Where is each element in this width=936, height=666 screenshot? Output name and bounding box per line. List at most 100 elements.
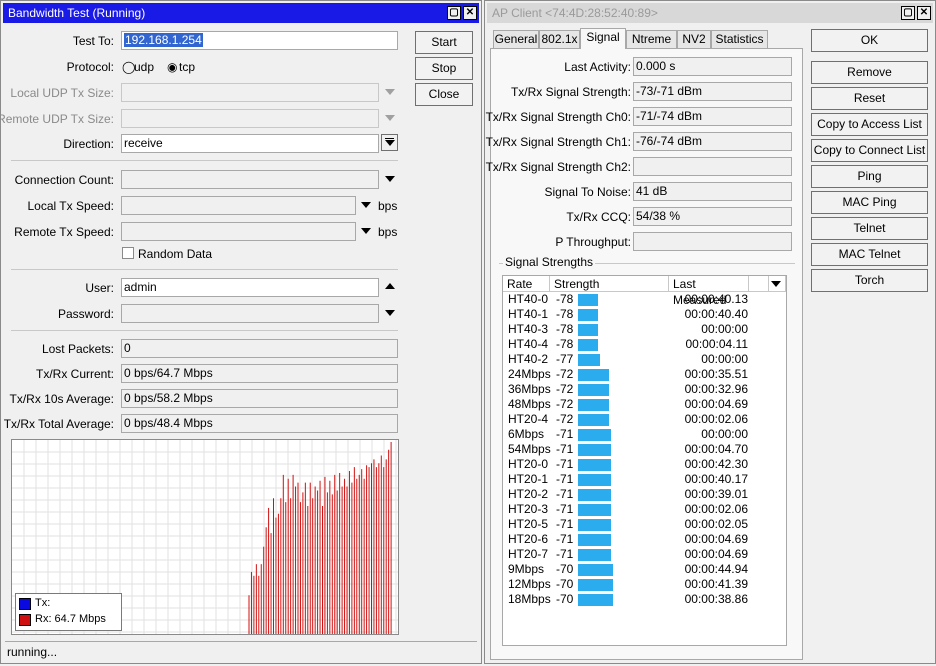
strength-cell: -71 [556,532,574,546]
mac-telnet-button[interactable]: MAC Telnet [811,243,928,266]
table-row[interactable]: HT20-0 -71 00:00:42.30 [503,457,786,472]
password-input[interactable] [121,304,379,323]
snr-value: 41 dB [633,182,792,201]
direction-select[interactable]: receive [121,134,379,153]
strength-bar [578,399,609,411]
strength-cell: -71 [556,547,574,561]
last-measured-cell: 00:00:04.69 [684,532,748,546]
rate-cell: HT40-4 [508,337,549,351]
table-row[interactable]: 12Mbps -70 00:00:41.39 [503,577,786,592]
last-activity-label: Last Activity: [564,60,631,74]
table-row[interactable]: 6Mbps -71 00:00:00 [503,427,786,442]
table-row[interactable]: HT20-1 -71 00:00:40.17 [503,472,786,487]
table-row[interactable]: 24Mbps -72 00:00:35.51 [503,367,786,382]
tab-statistics[interactable]: Statistics [711,30,768,48]
tab-8021x[interactable]: 802.1x [539,30,580,48]
rate-cell: HT40-0 [508,292,549,306]
strength-cell: -72 [556,367,574,381]
table-row[interactable]: 48Mbps -72 00:00:04.69 [503,397,786,412]
mac-ping-button[interactable]: MAC Ping [811,191,928,214]
password-dropdown-icon[interactable] [385,310,395,316]
random-data-checkbox[interactable] [122,247,134,259]
table-row[interactable]: HT20-2 -71 00:00:39.01 [503,487,786,502]
table-row[interactable]: HT20-6 -71 00:00:04.69 [503,532,786,547]
test-to-input[interactable]: 192.168.1.254 [121,31,398,50]
bandwidth-test-window: Bandwidth Test (Running) ▢ ✕ Test To: 19… [0,0,482,664]
last-measured-cell: 00:00:35.51 [684,367,748,381]
remote-udp-dropdown-icon[interactable] [385,115,395,121]
stop-button[interactable]: Stop [415,57,473,80]
tab-nv2[interactable]: NV2 [677,30,711,48]
telnet-button[interactable]: Telnet [811,217,928,240]
divider [11,330,398,331]
total-rate-label: Tx/Rx Total Average: [3,417,114,431]
protocol-udp-radio[interactable]: ◯udp [122,60,154,74]
table-row[interactable]: HT40-1 -78 00:00:40.40 [503,307,786,322]
close-icon[interactable]: ✕ [463,6,477,20]
remote-udp-tx-size-input[interactable] [121,109,379,128]
connection-count-label: Connection Count: [14,173,114,187]
local-udp-tx-size-input[interactable] [121,83,379,102]
remote-tx-speed-dropdown-icon[interactable] [361,228,371,234]
random-data-label: Random Data [138,247,213,261]
table-row[interactable]: 18Mbps -70 00:00:38.86 [503,592,786,607]
maximize-icon[interactable]: ▢ [901,6,915,20]
strength-bar [578,369,609,381]
remove-button[interactable]: Remove [811,61,928,84]
reset-button[interactable]: Reset [811,87,928,110]
connection-count-dropdown-icon[interactable] [385,176,395,182]
table-row[interactable]: HT40-0 -78 00:00:40.13 [503,292,786,307]
rate-cell: 18Mbps [508,592,551,606]
copy-to-connect-list-button[interactable]: Copy to Connect List [811,139,928,162]
chevron-up-icon[interactable] [385,283,395,289]
protocol-tcp-radio[interactable]: ◉ tcp [167,60,195,74]
rx-legend-label: Rx: 64.7 Mbps [35,613,106,625]
remote-tx-speed-input[interactable] [121,222,356,241]
ap-client-titlebar[interactable]: AP Client <74:4D:28:52:40:89> ▢ ✕ [487,3,933,23]
rate-cell: 48Mbps [508,397,551,411]
rate-cell: HT20-5 [508,517,549,531]
window-title: Bandwidth Test (Running) [8,6,146,20]
table-row[interactable]: HT40-2 -77 00:00:00 [503,352,786,367]
strength-cell: -72 [556,412,574,426]
divider [11,160,398,161]
maximize-icon[interactable]: ▢ [447,6,461,20]
user-input[interactable]: admin [121,278,379,297]
table-row[interactable]: 54Mbps -71 00:00:04.70 [503,442,786,457]
torch-button[interactable]: Torch [811,269,928,292]
column-header-rate[interactable]: Rate [503,276,550,292]
tab-ntreme[interactable]: Ntreme [626,30,677,48]
direction-dropdown-button[interactable] [381,134,398,151]
column-header-strength[interactable]: Strength [550,276,669,292]
rate-cell: 54Mbps [508,442,551,456]
table-row[interactable]: HT40-4 -78 00:00:04.11 [503,337,786,352]
ok-button[interactable]: OK [811,29,928,52]
tab-general[interactable]: General [493,30,539,48]
bandwidth-test-titlebar[interactable]: Bandwidth Test (Running) ▢ ✕ [3,3,479,23]
table-row[interactable]: HT20-4 -72 00:00:02.06 [503,412,786,427]
remote-udp-tx-size-label: Remote UDP Tx Size: [0,112,114,126]
last-measured-cell: 00:00:42.30 [684,457,748,471]
tab-signal[interactable]: Signal [580,28,626,49]
rate-cell: HT40-2 [508,352,549,366]
copy-to-access-list-button[interactable]: Copy to Access List [811,113,928,136]
local-tx-speed-input[interactable] [121,196,356,215]
table-row[interactable]: 9Mbps -70 00:00:44.94 [503,562,786,577]
column-header-last-measured[interactable]: Last Measured [669,276,749,307]
close-icon[interactable]: ✕ [917,6,931,20]
strength-bar [578,504,611,516]
table-row[interactable]: HT20-5 -71 00:00:02.05 [503,517,786,532]
ping-button[interactable]: Ping [811,165,928,188]
connection-count-input[interactable] [121,170,379,189]
start-button[interactable]: Start [415,31,473,54]
local-udp-dropdown-icon[interactable] [385,89,395,95]
table-row[interactable]: HT20-7 -71 00:00:04.69 [503,547,786,562]
local-tx-speed-dropdown-icon[interactable] [361,202,371,208]
table-row[interactable]: 36Mbps -72 00:00:32.96 [503,382,786,397]
signal-ch2-label: Tx/Rx Signal Strength Ch2: [485,160,631,174]
close-button[interactable]: Close [415,83,473,106]
column-menu-button[interactable] [769,276,786,292]
table-row[interactable]: HT40-3 -78 00:00:00 [503,322,786,337]
strength-cell: -71 [556,517,574,531]
table-row[interactable]: HT20-3 -71 00:00:02.06 [503,502,786,517]
